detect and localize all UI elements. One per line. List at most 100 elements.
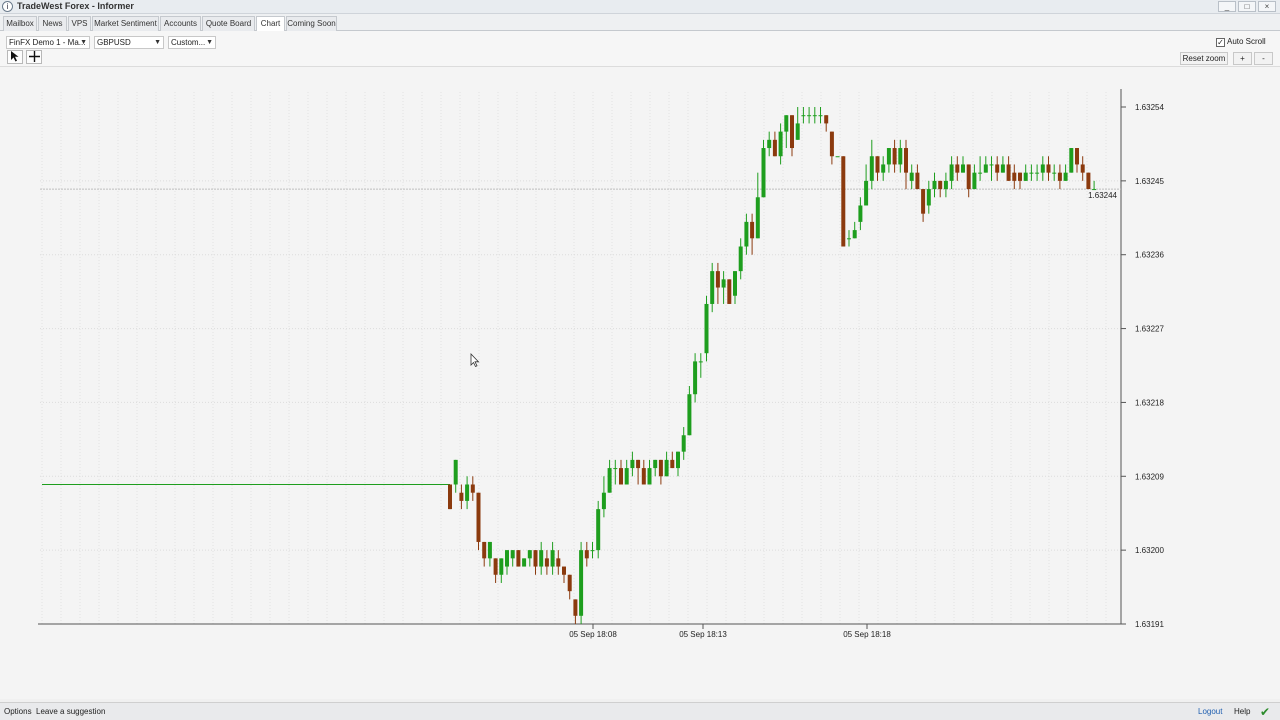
chevron-down-icon: ▼ <box>206 39 213 46</box>
candle-body <box>658 459 663 477</box>
options-link[interactable]: Options <box>4 707 32 716</box>
candle-body <box>961 164 965 173</box>
candle-body <box>898 148 903 165</box>
account-select-value: FinFX Demo 1 - Ma... <box>9 38 86 47</box>
chart-toolbar: FinFX Demo 1 - Ma... ▼ GBPUSD ▼ Custom..… <box>0 31 1280 67</box>
y-tick-label: 1.63209 <box>1135 472 1164 481</box>
candle-body <box>921 189 926 214</box>
candle-body <box>601 492 606 510</box>
candle-body <box>636 459 641 469</box>
minimize-button[interactable]: _ <box>1218 1 1236 12</box>
tab-accounts[interactable]: Accounts <box>160 16 201 31</box>
window-title: TradeWest Forex - Informer <box>17 1 134 11</box>
mouse-cursor-icon <box>470 353 480 368</box>
candle-body <box>487 541 492 559</box>
symbol-select[interactable]: GBPUSD ▼ <box>94 36 164 49</box>
current-price-label: 1.63244 <box>1088 191 1117 200</box>
y-tick-label: 1.63254 <box>1135 103 1164 112</box>
candle-body <box>938 180 943 190</box>
candle-body <box>647 468 652 485</box>
candle-body <box>1063 172 1068 181</box>
candle-body <box>590 550 595 552</box>
candle-body <box>619 468 623 485</box>
candle-body <box>750 221 755 239</box>
candle-body <box>1006 164 1011 181</box>
y-tick-label: 1.63245 <box>1135 177 1164 186</box>
candle-body <box>767 139 772 149</box>
zoom-out-button[interactable]: - <box>1254 52 1273 65</box>
help-link[interactable]: Help <box>1234 707 1250 716</box>
chevron-down-icon: ▼ <box>80 39 87 46</box>
tab-quote-board[interactable]: Quote Board <box>202 16 255 31</box>
tab-coming-soon[interactable]: Coming Soon <box>286 16 337 31</box>
candle-body <box>835 156 840 158</box>
candle-body <box>1069 148 1074 173</box>
reset-zoom-button[interactable]: Reset zoom <box>1180 52 1228 65</box>
candle-body <box>1092 189 1097 191</box>
candle-body <box>527 550 532 559</box>
candle-body <box>607 468 612 493</box>
candle-body <box>761 148 766 198</box>
candle-body <box>470 484 475 493</box>
candle-body <box>875 156 880 173</box>
logout-link[interactable]: Logout <box>1198 707 1222 716</box>
crosshair-icon <box>28 51 40 62</box>
candle-body <box>892 148 897 165</box>
zoom-in-button[interactable]: + <box>1233 52 1252 65</box>
tab-market-sentiment[interactable]: Market Sentiment <box>92 16 159 31</box>
candle-body <box>693 361 698 395</box>
candle-body <box>465 484 470 501</box>
candle-body <box>1018 172 1022 181</box>
cursor-icon <box>11 51 19 62</box>
title-bar: i TradeWest Forex - Informer _ □ × <box>0 0 1280 14</box>
candle-body <box>818 115 823 117</box>
candle-body <box>1040 164 1045 173</box>
candle-body <box>516 550 521 567</box>
price-chart[interactable]: 1.63254 1.63245 1.63236 1.63227 1.63218 1.632… <box>0 67 1280 699</box>
maximize-button[interactable]: □ <box>1238 1 1256 12</box>
candle-body <box>847 238 851 240</box>
candle-body <box>943 180 948 190</box>
candle-body <box>562 566 566 575</box>
candle-body <box>505 550 509 567</box>
candle-body <box>476 492 481 542</box>
candle-body <box>482 541 487 559</box>
auto-scroll-label: Auto Scroll <box>1227 37 1266 46</box>
y-tick-label: 1.63236 <box>1135 251 1164 260</box>
symbol-select-value: GBPUSD <box>97 38 131 47</box>
candle-body <box>698 361 703 363</box>
auto-scroll-toggle[interactable]: ✓ Auto Scroll <box>1216 37 1266 47</box>
candle-body <box>653 459 658 469</box>
tab-bar: Mailbox News VPS Market Sentiment Accoun… <box>0 14 1280 32</box>
timeframe-select[interactable]: Custom... ▼ <box>168 36 216 49</box>
candlestick-chart[interactable]: 1.63254 1.63245 1.63236 1.63227 1.63218 1.632… <box>0 67 1280 699</box>
pointer-tool-button[interactable] <box>7 50 23 64</box>
status-bar: Options Leave a suggestion Logout Help ✔ <box>0 702 1280 720</box>
candle-body <box>989 164 994 166</box>
tab-vps[interactable]: VPS <box>68 16 91 31</box>
leave-suggestion-link[interactable]: Leave a suggestion <box>36 707 105 716</box>
candle-body <box>670 459 675 469</box>
window-controls: _ □ × <box>1218 1 1276 12</box>
candle-body <box>778 131 783 157</box>
y-tick-label: 1.63191 <box>1135 620 1164 629</box>
candle-body <box>955 164 960 173</box>
candle-body <box>448 484 452 510</box>
candle-body <box>573 599 578 616</box>
close-button[interactable]: × <box>1258 1 1276 12</box>
candle-body <box>727 279 732 304</box>
tab-news[interactable]: News <box>38 16 67 31</box>
candle-body <box>932 180 937 190</box>
tab-chart[interactable]: Chart <box>256 16 285 32</box>
crosshair-tool-button[interactable] <box>26 50 42 64</box>
auto-scroll-checkbox[interactable]: ✓ <box>1216 38 1225 47</box>
check-icon: ✔ <box>1259 705 1270 719</box>
x-tick-label: 05 Sep 18:18 <box>843 630 891 639</box>
candle-body <box>584 550 589 559</box>
candle-body <box>556 558 561 567</box>
candle-body <box>624 468 629 485</box>
candle-body <box>1075 148 1079 165</box>
account-select[interactable]: FinFX Demo 1 - Ma... ▼ <box>6 36 90 49</box>
tab-mailbox[interactable]: Mailbox <box>3 16 37 31</box>
candle-body <box>915 172 920 190</box>
